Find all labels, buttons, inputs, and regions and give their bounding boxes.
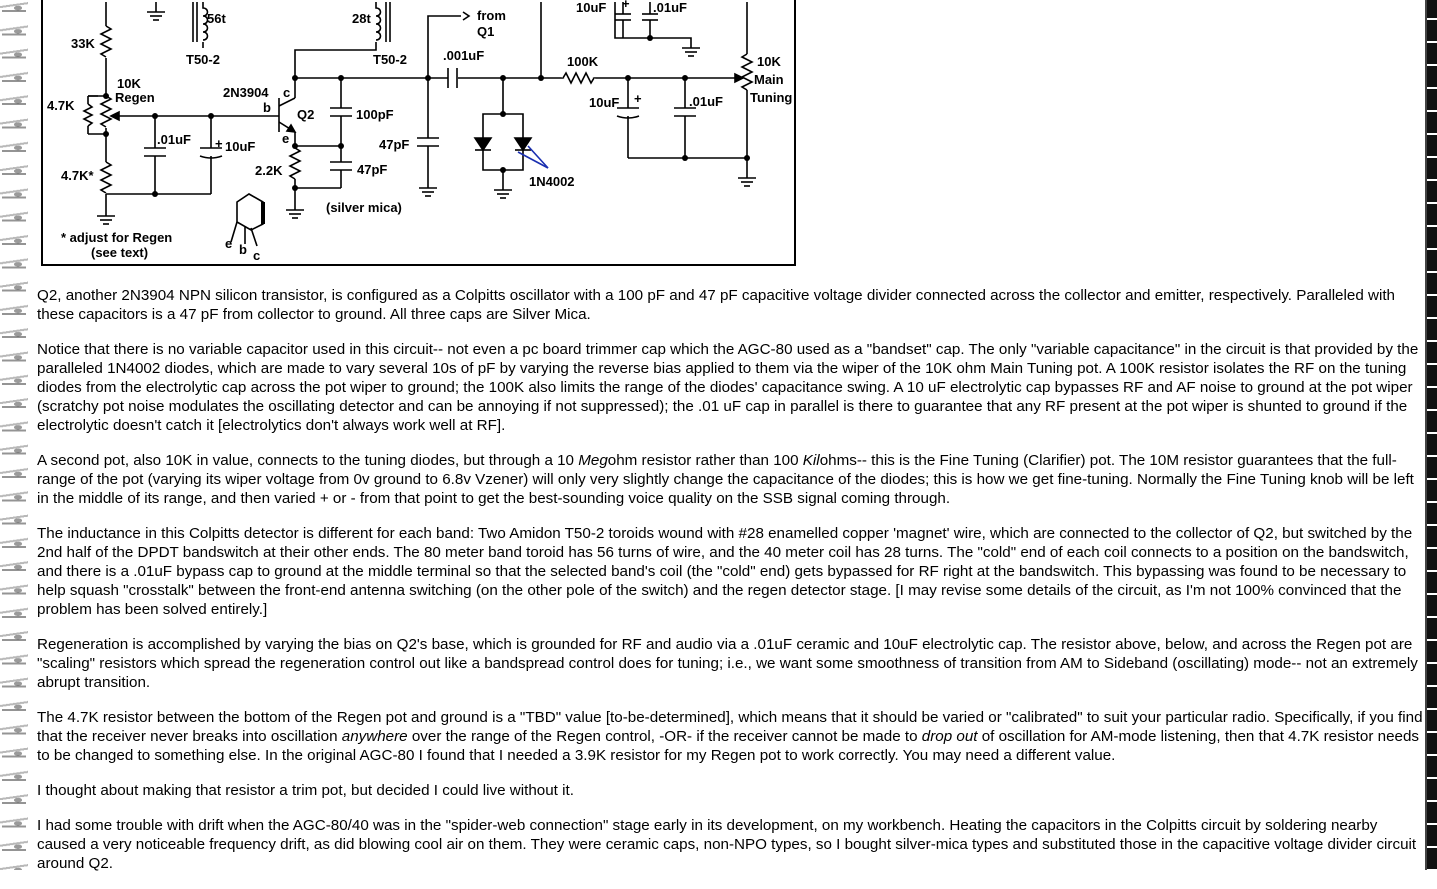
label-t50-b: T50-2 (373, 52, 407, 67)
label-r47k-star: 4.7K* (61, 168, 94, 183)
paragraph-drift: I had some trouble with drift when the A… (37, 817, 1417, 872)
text-italic: Kil (802, 452, 820, 469)
label-q2: Q2 (297, 107, 314, 122)
paragraph-colpitts: Q2, another 2N3904 NPN silicon transisto… (37, 287, 1396, 323)
label-plus-a: + (215, 136, 223, 151)
label-c001: .001uF (443, 48, 484, 63)
text-run: over the range of the Regen control, -OR… (407, 728, 922, 745)
label-pin-c: c (283, 85, 290, 100)
notebook-spiral-binding (0, 0, 28, 870)
label-pkg-b: b (239, 242, 247, 257)
label-plus-top: + (622, 0, 630, 11)
label-turns56: 56t (207, 11, 226, 26)
label-transistor: 2N3904 (223, 85, 269, 100)
label-tuning: Tuning (750, 90, 792, 105)
paragraph-inductance: The inductance in this Colpitts detector… (37, 525, 1413, 618)
label-t50-a: T50-2 (186, 52, 220, 67)
label-r100k: 100K (567, 54, 599, 69)
label-pin-e: e (282, 131, 289, 146)
label-main: Main (754, 72, 784, 87)
text-run: A second pot, also 10K in value, connect… (37, 452, 579, 469)
text-italic: drop out (921, 728, 978, 745)
label-c10-mid: 10uF (589, 95, 619, 110)
label-silver-mica: (silver mica) (326, 200, 402, 215)
text-italic: Meg (578, 452, 608, 469)
label-c47pf-b: 47pF (357, 162, 387, 177)
label-footnote-1: * adjust for Regen (61, 230, 172, 245)
text-italic: anywhere (341, 728, 408, 745)
label-diode: 1N4002 (529, 174, 575, 189)
label-c01-top: .01uF (653, 0, 687, 15)
paragraph-regeneration: Regeneration is accomplished by varying … (37, 636, 1418, 691)
paragraph-fine-tuning: A second pot, also 10K in value, connect… (37, 451, 1427, 508)
label-c100pf: 100pF (356, 107, 394, 122)
label-pkg-e: e (225, 236, 232, 251)
label-rf-q1: Q1 (477, 24, 494, 39)
label-plus-mid: + (634, 91, 642, 106)
label-c01-mid: .01uF (689, 94, 723, 109)
schematic-drawing: 33K 10K Regen 4.7K 4.7K* .01uF + 10uF 2N… (47, 0, 792, 263)
label-r33k: 33K (71, 36, 95, 51)
label-turns28: 28t (352, 11, 371, 26)
circuit-schematic: 33K 10K Regen 4.7K 4.7K* .01uF + 10uF 2N… (41, 0, 796, 266)
paragraph-variable-capacitance: Notice that there is no variable capacit… (37, 341, 1419, 434)
text-run: ohm resistor rather than 100 (607, 452, 803, 469)
label-cap01-a: .01uF (157, 132, 191, 147)
article-text: Q2, another 2N3904 NPN silicon transisto… (37, 286, 1427, 889)
label-r22k: 2.2K (255, 163, 283, 178)
label-pin-b: b (263, 100, 271, 115)
paragraph-trim-pot: I thought about making that resistor a t… (37, 782, 574, 799)
label-regen: Regen (115, 90, 155, 105)
label-r47k: 4.7K (47, 98, 75, 113)
label-r10k-regen: 10K (117, 76, 141, 91)
paragraph-tbd-resistor: The 4.7K resistor between the bottom of … (37, 708, 1427, 765)
label-c47pf-a: 47pF (379, 137, 409, 152)
label-footnote-2: (see text) (91, 245, 148, 260)
label-pkg-c: c (253, 248, 260, 263)
label-cap10-a: 10uF (225, 139, 255, 154)
label-r10k-main: 10K (757, 54, 781, 69)
label-c10-top: 10uF (576, 0, 606, 15)
label-rf-from: from (477, 8, 506, 23)
